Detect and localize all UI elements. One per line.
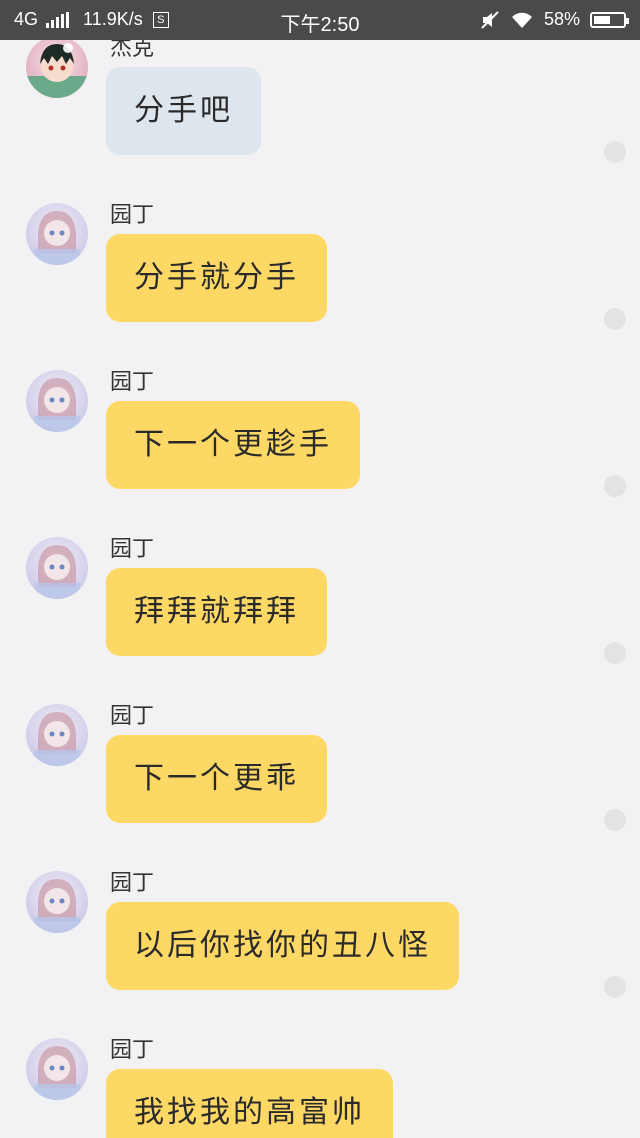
battery-fill <box>594 15 610 24</box>
battery-icon <box>590 11 629 28</box>
mute-icon <box>481 10 499 29</box>
status-bar: 4G 11.9K/s S 下午2:50 58% <box>0 0 640 40</box>
status-right: 58% <box>480 9 629 30</box>
girl-avatar[interactable] <box>26 370 88 432</box>
status-dot <box>604 141 626 163</box>
sender-name: 园丁 <box>110 203 155 228</box>
status-dot <box>604 976 626 998</box>
message-bubble[interactable]: 我找我的高富帅 <box>106 1069 393 1138</box>
girl-avatar-art <box>34 879 80 933</box>
girl-avatar[interactable] <box>26 537 88 599</box>
sender-name: 园丁 <box>110 1038 155 1063</box>
boy-avatar[interactable] <box>26 40 88 98</box>
message-bubble[interactable]: 以后你找你的丑八怪 <box>106 902 459 990</box>
status-dot <box>604 475 626 497</box>
sender-name: 园丁 <box>110 871 155 896</box>
sender-name: 园丁 <box>110 370 155 395</box>
wifi-icon <box>511 12 532 28</box>
battery-percent: 58% <box>543 9 580 29</box>
sender-name: 杰克 <box>110 40 155 61</box>
girl-avatar[interactable] <box>26 1038 88 1100</box>
girl-avatar-art <box>34 211 80 265</box>
sender-name: 园丁 <box>110 704 155 729</box>
girl-avatar[interactable] <box>26 203 88 265</box>
girl-avatar[interactable] <box>26 871 88 933</box>
message-bubble[interactable]: 分手吧 <box>106 67 261 155</box>
girl-avatar[interactable] <box>26 704 88 766</box>
message-bubble[interactable]: 拜拜就拜拜 <box>106 568 327 656</box>
sender-name: 园丁 <box>110 537 155 562</box>
status-dot <box>604 809 626 831</box>
girl-avatar-art <box>34 378 80 432</box>
girl-avatar-art <box>34 545 80 599</box>
message-bubble[interactable]: 下一个更乖 <box>106 735 327 823</box>
girl-avatar-art <box>34 1046 80 1100</box>
message-bubble[interactable]: 下一个更趁手 <box>106 401 360 489</box>
status-dot <box>604 308 626 330</box>
girl-avatar-art <box>34 712 80 766</box>
chat-message-list[interactable]: 杰克 分手吧 园丁 分手就分手 园丁 下一个更趁手 园丁 拜拜就拜拜 园丁 下一… <box>0 40 640 1138</box>
message-bubble[interactable]: 分手就分手 <box>106 234 327 322</box>
status-dot <box>604 642 626 664</box>
boy-avatar-art <box>26 43 88 98</box>
